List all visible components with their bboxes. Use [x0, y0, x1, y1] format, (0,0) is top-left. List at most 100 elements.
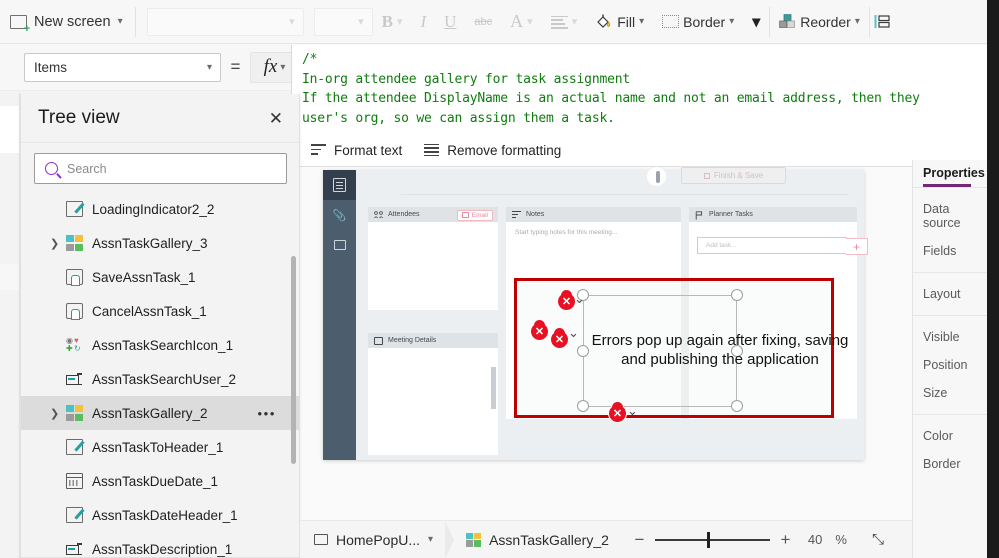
align-button[interactable]: ▾ [542, 0, 587, 44]
tree-item-assntasksearchuser-2[interactable]: AssnTaskSearchUser_2 [21, 362, 299, 396]
error-badge[interactable]: ✕ [558, 290, 575, 310]
breadcrumb-control-label: AssnTaskGallery_2 [489, 531, 609, 548]
underline-button[interactable]: U [435, 0, 465, 44]
fx-label: fx [263, 56, 278, 77]
panel-body [368, 348, 498, 455]
tree-item-assntasksearchicon-1[interactable]: ◉ ♥ ✚ ↻ AssnTaskSearchIcon_1 [21, 328, 299, 362]
gallery-icon [466, 532, 482, 547]
property-border[interactable]: Border [923, 450, 987, 478]
error-message-line: Errors pop up again after fixing, saving [591, 332, 849, 349]
format-text-button[interactable]: Format text [311, 143, 402, 158]
tree-item-assntaskduedate-1[interactable]: AssnTaskDueDate_1 [21, 464, 299, 498]
property-select[interactable]: Items ▾ [24, 52, 221, 82]
font-size-select[interactable]: ▾ [313, 7, 373, 36]
add-task-button[interactable]: + [846, 238, 868, 255]
pencil-icon [66, 507, 83, 523]
error-badge[interactable]: ✕ [609, 402, 626, 422]
resize-handle[interactable] [731, 400, 743, 412]
page-title: Tree view [38, 107, 120, 128]
chevron-right-icon[interactable]: ❯ [50, 407, 59, 420]
chevron-down-icon[interactable]: ⌄ [574, 291, 585, 307]
tree-item-assntaskgallery-3[interactable]: ❯ AssnTaskGallery_3 [21, 226, 299, 260]
italic-button[interactable]: I [411, 0, 435, 44]
font-family-select[interactable]: ▾ [146, 7, 304, 36]
chevron-down-icon: ▾ [571, 16, 578, 28]
resize-handle[interactable] [577, 400, 589, 412]
search-input[interactable]: Search [34, 153, 287, 184]
chevron-down-icon: ▾ [396, 16, 403, 28]
app-canvas[interactable]: 📎 Finish & Save Attendees Email Meeting … [300, 167, 912, 520]
rail-item-document[interactable] [323, 170, 356, 200]
tree-item-assntaskdateheader-1[interactable]: AssnTaskDateHeader_1 [21, 498, 299, 532]
resize-handle[interactable] [731, 289, 743, 301]
formula-editor[interactable]: /* In-org attendee gallery for task assi… [291, 45, 999, 134]
close-icon[interactable]: ✕ [269, 110, 283, 127]
format-toolbar: Format text Remove formatting [291, 134, 999, 167]
property-position[interactable]: Position [923, 351, 987, 379]
tree-item-assntaskdescription-1[interactable]: AssnTaskDescription_1 [21, 532, 299, 558]
error-message-line: and publishing the application [621, 351, 819, 368]
breadcrumb-screen[interactable]: HomePopU... ▾ [300, 521, 445, 558]
tree-item-label: LoadingIndicator2_2 [92, 201, 215, 217]
formula-line: In-org attendee gallery for task assignm… [302, 71, 630, 87]
add-task-input[interactable]: Add task... + [697, 237, 868, 255]
breadcrumb-control[interactable]: AssnTaskGallery_2 [454, 532, 609, 548]
finish-save-button[interactable]: Finish & Save [681, 167, 786, 184]
chevron-down-icon[interactable]: ▾ [428, 534, 433, 545]
font-color-label: A [510, 11, 524, 31]
new-screen-button[interactable]: New screen ▾ [0, 0, 135, 44]
tree-view-panel: Tree view ✕ Search LoadingIndicator2_2 ❯ [20, 94, 300, 558]
tree-item-loadingindicator2-2[interactable]: LoadingIndicator2_2 [21, 192, 299, 226]
zoom-slider[interactable] [654, 531, 770, 548]
selection-frame[interactable]: ✕ ⌄ ✕ ✕ ⌄ ✕ ⌄ Errors pop up again after … [514, 278, 848, 422]
scrollbar[interactable] [491, 351, 496, 452]
property-size[interactable]: Size [923, 379, 987, 407]
button-icon [66, 269, 83, 286]
panel-title: Notes [526, 211, 545, 218]
tab-properties[interactable]: Properties [913, 160, 987, 187]
fit-screen-icon[interactable]: ⤡ [872, 531, 884, 548]
bold-button[interactable]: B ▾ [373, 0, 412, 44]
property-fields[interactable]: Fields [923, 237, 987, 265]
align-right-button[interactable] [870, 0, 894, 44]
rail-item-camera[interactable] [323, 230, 356, 260]
tree-item-assntasktoheader-1[interactable]: AssnTaskToHeader_1 [21, 430, 299, 464]
tree-item-assntaskgallery-2[interactable]: ❯ AssnTaskGallery_2 ••• [21, 396, 299, 430]
notes-placeholder[interactable]: Start typing notes for this meeting... [506, 222, 681, 236]
zoom-out-button[interactable]: − [633, 530, 646, 550]
border-button[interactable]: Border ▾ [653, 0, 743, 44]
remove-formatting-button[interactable]: Remove formatting [424, 143, 561, 158]
chevron-right-icon[interactable]: ❯ [50, 237, 59, 250]
property-layout[interactable]: Layout [923, 280, 987, 308]
textinput-icon [66, 371, 83, 387]
chevron-down-icon: ▾ [752, 13, 761, 31]
tree-item-label: AssnTaskSearchIcon_1 [92, 337, 234, 353]
fill-button[interactable]: Fill ▾ [586, 0, 653, 44]
chevron-down-icon[interactable]: ⌄ [627, 403, 638, 419]
error-message: Errors pop up again after fixing, saving… [517, 331, 912, 369]
gallery-icon [66, 405, 83, 421]
property-visible[interactable]: Visible [923, 323, 987, 351]
properties-tab-label: Properties [923, 166, 985, 180]
font-color-button[interactable]: A ▾ [501, 0, 542, 44]
strikethrough-button[interactable]: abc [465, 0, 501, 44]
zoom-in-button[interactable]: + [779, 530, 792, 550]
tree-item-cancelassntask-1[interactable]: CancelAssnTask_1 [21, 294, 299, 328]
tree-scrollbar[interactable] [291, 256, 296, 464]
email-badge[interactable]: Email [457, 209, 493, 221]
rail-item-attach[interactable]: 📎 [323, 200, 356, 230]
left-rail-item [0, 264, 19, 290]
overflow-button[interactable]: ▾ [743, 0, 769, 44]
tree-item-list[interactable]: LoadingIndicator2_2 ❯ AssnTaskGallery_3 … [21, 192, 299, 558]
property-color[interactable]: Color [923, 422, 987, 450]
reorder-button[interactable]: Reorder ▾ [770, 0, 869, 44]
properties-group: Layout [913, 271, 987, 315]
finish-save-label: Finish & Save [713, 171, 764, 180]
property-data-source[interactable]: Data source [923, 195, 987, 237]
command-bar: New screen ▾ ▾ ▾ B ▾ I U abc A ▾ [0, 0, 999, 44]
app-side-rail: 📎 [323, 170, 356, 460]
more-options-icon[interactable]: ••• [258, 406, 276, 421]
panel-header: Notes [506, 207, 681, 222]
tree-item-saveassntask-1[interactable]: SaveAssnTask_1 [21, 260, 299, 294]
align-icon [874, 14, 890, 29]
